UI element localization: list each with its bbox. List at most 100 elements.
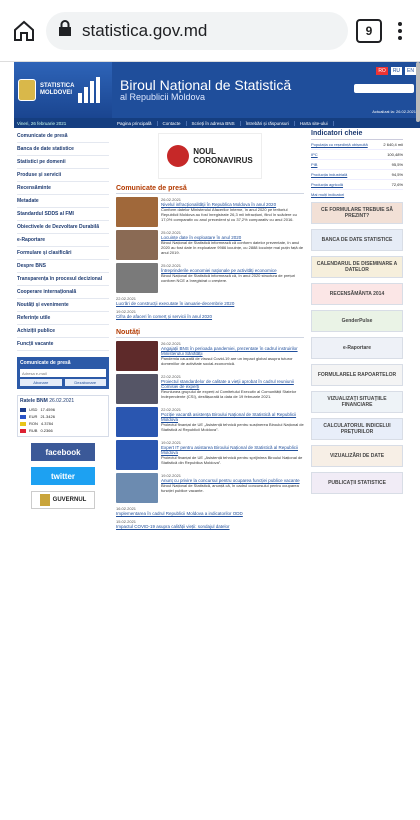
news-item: 25.02.2021 Locuințe date în exploatare în… bbox=[116, 230, 304, 260]
lang-en[interactable]: EN bbox=[405, 67, 416, 75]
news-thumbnail[interactable] bbox=[116, 197, 158, 227]
news-thumbnail[interactable] bbox=[116, 374, 158, 404]
site-search-input[interactable] bbox=[354, 84, 414, 93]
indicator-name[interactable]: Producția agricolă bbox=[311, 182, 373, 187]
sidebar-item[interactable]: e-Raportare bbox=[17, 234, 109, 247]
nav-contacts[interactable]: Contacte bbox=[158, 120, 187, 126]
news-thumbnail[interactable] bbox=[116, 341, 158, 371]
news-thumbnail[interactable] bbox=[116, 230, 158, 260]
nav-faq[interactable]: Întrebări și răspunsuri bbox=[241, 120, 295, 126]
indicator-name[interactable]: IPC bbox=[311, 152, 373, 157]
sidebar-item[interactable]: Standardul SDDS al FMI bbox=[17, 208, 109, 221]
flag-icon bbox=[20, 407, 26, 412]
news-heading: Noutăți bbox=[116, 329, 304, 338]
update-label: Actualizat la: 26.02.2021 bbox=[372, 109, 416, 114]
site-header: STATISTICA MOLDOVEI Biroul Național de S… bbox=[14, 62, 420, 118]
tab-switcher-button[interactable]: 9 bbox=[356, 18, 382, 43]
news-body: 19.02.2021 Anunț cu privire la concursul … bbox=[161, 473, 304, 503]
news-thumbnail[interactable] bbox=[116, 263, 158, 293]
rate-row: RUB 0.2366 bbox=[20, 427, 106, 434]
rate-currency: EUR bbox=[29, 414, 38, 419]
twitter-button[interactable]: twitter bbox=[31, 467, 95, 485]
covid-line1: NOUL bbox=[193, 147, 216, 156]
sidebar-item[interactable]: Cooperare internațională bbox=[17, 286, 109, 299]
news-body: 26.02.2021 Angajații BNS în perioada pand… bbox=[161, 341, 304, 371]
covid-line2: CORONAVIRUS bbox=[193, 156, 253, 165]
indicator-name[interactable]: PIB bbox=[311, 162, 373, 167]
nav-home[interactable]: Pagina principală bbox=[112, 120, 158, 126]
site-logo[interactable]: STATISTICA MOLDOVEI bbox=[14, 62, 112, 118]
news-item-simple: 15.02.2021 Impactul COVID-19 asupra calit… bbox=[116, 519, 304, 529]
news-title-link[interactable]: Poziție vacantă asistența Biroului Națio… bbox=[161, 412, 304, 422]
nav-write[interactable]: Scrieți în adresa BNS bbox=[187, 120, 241, 126]
sidebar-item[interactable]: Formulare și clasificări bbox=[17, 247, 109, 260]
sidebar-item[interactable]: Funcții vacante bbox=[17, 338, 109, 351]
news-item: 19.02.2021 Expert IT pentru asistarea Bir… bbox=[116, 440, 304, 470]
promo-banner[interactable]: e-Raportare bbox=[311, 337, 403, 359]
sidebar-item[interactable]: Statistici pe domenii bbox=[17, 156, 109, 169]
language-switcher: RO RU EN bbox=[376, 67, 416, 75]
news-thumbnail[interactable] bbox=[116, 440, 158, 470]
sidebar-item[interactable]: Referințe utile bbox=[17, 312, 109, 325]
top-nav: Vineri, 26 februarie 2021 Pagina princip… bbox=[14, 118, 420, 128]
promo-banner[interactable]: BANCA DE DATE STATISTICE bbox=[311, 229, 403, 251]
promo-banner[interactable]: CALCULATORUL INDICELUI PREȚURILOR bbox=[311, 418, 403, 440]
lang-ro[interactable]: RO bbox=[376, 67, 388, 75]
home-icon[interactable] bbox=[10, 17, 38, 45]
promo-banner[interactable]: PUBLICAȚII STATISTICE bbox=[311, 472, 403, 494]
unsubscribe-button[interactable]: Dezabonare bbox=[64, 379, 106, 386]
news-thumbnail[interactable] bbox=[116, 407, 158, 437]
news-title-link[interactable]: Cifra de afaceri în comerț și servicii î… bbox=[116, 314, 304, 319]
news-title-link[interactable]: Angajații BNS în perioada pandemiei, pre… bbox=[161, 346, 304, 356]
news-title-link[interactable]: Implementarea în cadrul Republicii Moldo… bbox=[116, 511, 304, 516]
more-indicators-link[interactable]: Mai mulți indicatori bbox=[311, 192, 403, 197]
news-title-link[interactable]: Proiectul standardelor de calitate a vie… bbox=[161, 379, 304, 389]
sidebar-item[interactable]: Comunicate de presă bbox=[17, 130, 109, 143]
promo-banner[interactable]: VIZUALIZĂRI DE DATE bbox=[311, 445, 403, 467]
covid-banner[interactable]: NOUL CORONAVIRUS bbox=[158, 133, 262, 179]
indicator-value: 95,5% bbox=[391, 162, 403, 167]
news-title-link[interactable]: Lucrări de construcții executate în ianu… bbox=[116, 301, 304, 306]
scrollbar[interactable] bbox=[416, 62, 420, 122]
subscribe-title: Comunicate de presă bbox=[20, 360, 71, 366]
indicator-row: PIB 95,5% bbox=[311, 160, 403, 170]
site-title: Biroul Național de Statistică bbox=[120, 77, 292, 93]
lang-ru[interactable]: RU bbox=[390, 67, 403, 75]
sidebar-item[interactable]: Metadate bbox=[17, 195, 109, 208]
site-subtitle: al Republicii Moldova bbox=[120, 92, 206, 102]
news-title-link[interactable]: Impactul COVID-19 asupra calității vieți… bbox=[116, 524, 304, 529]
news-title-link[interactable]: Expert IT pentru asistarea Biroului Nați… bbox=[161, 445, 304, 455]
sidebar-item[interactable]: Produse și servicii bbox=[17, 169, 109, 182]
promo-banner[interactable]: GenderPulse bbox=[311, 310, 403, 332]
email-field[interactable] bbox=[20, 369, 106, 377]
current-date: Vineri, 26 februarie 2021 bbox=[17, 120, 67, 126]
indicator-name[interactable]: Populația cu reședință obișnuită bbox=[311, 142, 373, 147]
facebook-button[interactable]: facebook bbox=[31, 443, 95, 461]
promo-banner[interactable]: CALENDARUL DE DISEMINARE A DATELOR bbox=[311, 256, 403, 278]
rate-value: 21.3426 bbox=[40, 414, 55, 419]
sidebar-item[interactable]: Recensăminte bbox=[17, 182, 109, 195]
news-item: 26.02.2021 Nivelul infracționalității în … bbox=[116, 197, 304, 227]
sidebar-item[interactable]: Achiziții publice bbox=[17, 325, 109, 338]
promo-banner[interactable]: FORMULARELE RAPOARTELOR bbox=[311, 364, 403, 386]
news-thumbnail[interactable] bbox=[116, 473, 158, 503]
sidebar-item[interactable]: Transparența în procesul decizional bbox=[17, 273, 109, 286]
news-text: Biroul Național de Statistică informează… bbox=[161, 240, 304, 255]
indicator-name[interactable]: Producția industrială bbox=[311, 172, 373, 177]
indicator-value: 94,5% bbox=[391, 172, 403, 177]
sidebar-item[interactable]: Obiectivele de Dezvoltare Durabilă bbox=[17, 221, 109, 234]
sidebar-item[interactable]: Noutăți și evenimente bbox=[17, 299, 109, 312]
rate-value: 4.3784 bbox=[40, 421, 54, 426]
promo-banner[interactable]: VIZUALIZAȚI SITUAȚIILE FINANCIARE bbox=[311, 391, 403, 413]
government-link[interactable]: GUVERNUL bbox=[31, 491, 95, 509]
address-bar[interactable]: statistica.gov.md bbox=[46, 11, 348, 50]
promo-banner[interactable]: RECENSĂMÂNTA 2014 bbox=[311, 283, 403, 305]
sidebar-item[interactable]: Despre BNS bbox=[17, 260, 109, 273]
indicator-row: IPC 100,48% bbox=[311, 150, 403, 160]
subscribe-button[interactable]: Abonare bbox=[20, 379, 62, 386]
promo-banner[interactable]: CE FORMULARE TREBUIE SĂ PREZINT? bbox=[311, 202, 403, 224]
rate-row: RON 4.3784 bbox=[20, 420, 106, 427]
overflow-menu-icon[interactable] bbox=[390, 21, 410, 40]
sidebar-item[interactable]: Banca de date statistice bbox=[17, 143, 109, 156]
nav-sitemap[interactable]: Harta site-ului bbox=[295, 120, 334, 126]
